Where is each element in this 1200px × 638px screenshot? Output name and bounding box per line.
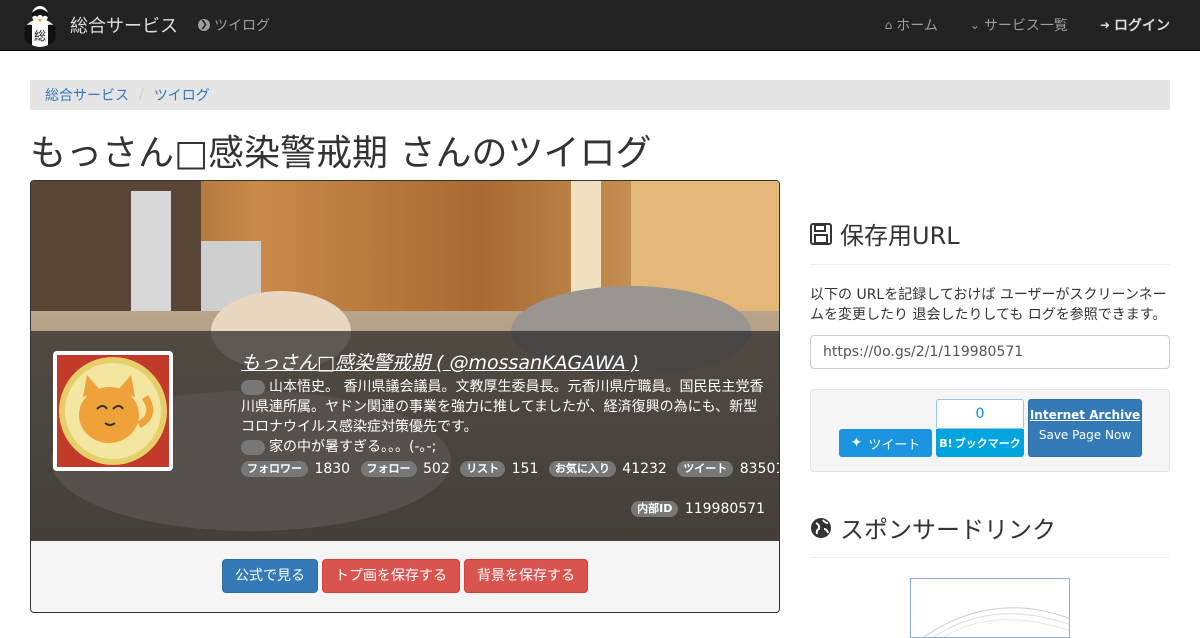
profile-card: もっさん□感染警戒期 ( @mossanKAGAWA ) 山本悟史。 香川県議会… <box>30 180 780 613</box>
profile-name-link[interactable]: もっさん□感染警戒期 ( @mossanKAGAWA ) <box>241 353 769 373</box>
svg-text:総: 総 <box>34 29 46 43</box>
stat-following-label: フォロー <box>360 461 417 477</box>
profile-info: もっさん□感染警戒期 ( @mossanKAGAWA ) 山本悟史。 香川県議会… <box>241 353 779 479</box>
save-url-description: 以下の URLを記録しておけば ユーザーがスクリーンネームを変更したり 退会した… <box>810 287 1167 323</box>
chevron-down-icon: ⌄ <box>969 18 980 32</box>
stat-following-value: 502 <box>423 461 450 477</box>
save-icon-button[interactable]: トプ画を保存する <box>322 559 460 593</box>
save-background-button[interactable]: 背景を保存する <box>464 559 588 593</box>
top-navbar: 総 総合サービス ❯ ツイログ ⌂ ホーム ⌄ サービス一覧 ➜ ログイン <box>0 0 1200 51</box>
stat-favorites-label: お気に入り <box>548 461 616 477</box>
penguin-logo-icon: 総 <box>24 6 56 47</box>
hatena-bookmark-label: ブックマーク <box>954 437 1021 450</box>
cat-avatar-icon <box>57 355 169 467</box>
avatar[interactable] <box>53 351 173 471</box>
save-url-heading: 保存用URL <box>810 216 960 251</box>
latest-tweet-text: 家の中が暑すぎる。。。(-｡-; <box>269 439 437 455</box>
twitter-bird-icon <box>241 439 265 455</box>
breadcrumb-separator: / <box>139 87 144 103</box>
nav-services-dropdown[interactable]: ⌄ サービス一覧 <box>970 15 1068 35</box>
chevron-circle-right-icon: ❯ <box>198 19 210 31</box>
hatena-bookmark-count: 0 <box>936 399 1024 429</box>
view-official-button[interactable]: 公式で見る <box>222 559 318 593</box>
stat-tweets-value: 83501 <box>739 461 780 477</box>
brand-label: 総合サービス <box>70 16 178 37</box>
nav-services-label: サービス一覧 <box>983 18 1068 34</box>
nav-twilog-link[interactable]: ❯ ツイログ <box>198 0 270 50</box>
hatena-bookmark-button[interactable]: B! ブックマーク <box>936 429 1024 457</box>
sponsor-heading: スポンサードリンク <box>810 510 1056 545</box>
stat-favorites-value: 41232 <box>622 461 667 477</box>
nav-login-label: ログイン <box>1114 18 1170 34</box>
breadcrumb-item-home[interactable]: 総合サービス <box>45 85 129 105</box>
breadcrumb: 総合サービス / ツイログ <box>30 80 1170 110</box>
save-url-input[interactable] <box>810 335 1170 369</box>
globe-icon <box>811 517 831 538</box>
divider <box>810 264 1170 265</box>
profile-stats: フォロワー 1830 フォロー 502 リスト 151 お気に入り 41232 … <box>241 459 779 479</box>
nav-login-link[interactable]: ➜ ログイン <box>1100 15 1170 35</box>
hatena-b-icon: B! <box>939 436 953 450</box>
nav-twilog-label: ツイログ <box>214 18 270 34</box>
stat-lists-label: リスト <box>460 461 506 477</box>
tweet-button-label: ツイート <box>868 437 921 453</box>
save-url-heading-text: 保存用URL <box>840 222 960 250</box>
home-icon: ⌂ <box>884 18 893 32</box>
profile-latest-tweet: 家の中が暑すぎる。。。(-｡-; <box>241 437 769 457</box>
twitter-bird-icon: ✦ <box>850 435 863 451</box>
sign-in-icon: ➜ <box>1099 18 1110 32</box>
divider <box>810 557 1170 558</box>
sponsor-heading-text: スポンサードリンク <box>840 516 1056 544</box>
floppy-disk-icon <box>810 222 832 245</box>
stat-followers-label: フォロワー <box>241 461 308 477</box>
profile-bio-text: 山本悟史。 香川県議会議員。文教厚生委員長。元香川県庁職員。国民民主党香川県連所… <box>241 379 764 435</box>
brand-link[interactable]: 総 総合サービス <box>20 2 178 48</box>
stat-followers-value: 1830 <box>314 461 351 477</box>
sponsored-ad[interactable] <box>910 578 1070 638</box>
ad-graphic-image <box>923 607 1069 637</box>
breadcrumb-item-twilog[interactable]: ツイログ <box>154 85 210 105</box>
internal-id-value: 119980571 <box>684 501 765 517</box>
profile-actions: 公式で見る トプ画を保存する 背景を保存する <box>31 559 779 593</box>
internal-id-label: 内部ID <box>631 501 679 517</box>
profile-bio: 山本悟史。 香川県議会議員。文教厚生委員長。元香川県庁職員。国民民主党香川県連所… <box>241 377 769 437</box>
internet-archive-subtitle: Save Page Now <box>1038 428 1132 442</box>
comment-icon <box>241 379 265 395</box>
nav-home-label: ホーム <box>896 18 938 34</box>
nav-home-link[interactable]: ⌂ ホーム <box>885 15 938 35</box>
nav-right: ⌂ ホーム ⌄ サービス一覧 ➜ ログイン <box>853 0 1170 50</box>
internet-archive-button[interactable]: Internet Archive Save Page Now <box>1028 399 1142 457</box>
internal-id: 内部ID 119980571 <box>631 501 765 517</box>
tweet-button[interactable]: ✦ ツイート <box>839 429 932 457</box>
share-box: ✦ ツイート 0 B! ブックマーク Internet Archive Save… <box>810 389 1170 472</box>
internet-archive-title: Internet Archive <box>1029 408 1141 422</box>
stat-lists-value: 151 <box>511 461 539 477</box>
stat-tweets-label: ツイート <box>677 461 734 477</box>
page-title: もっさん□感染警戒期 さんのツイログ <box>30 133 652 174</box>
